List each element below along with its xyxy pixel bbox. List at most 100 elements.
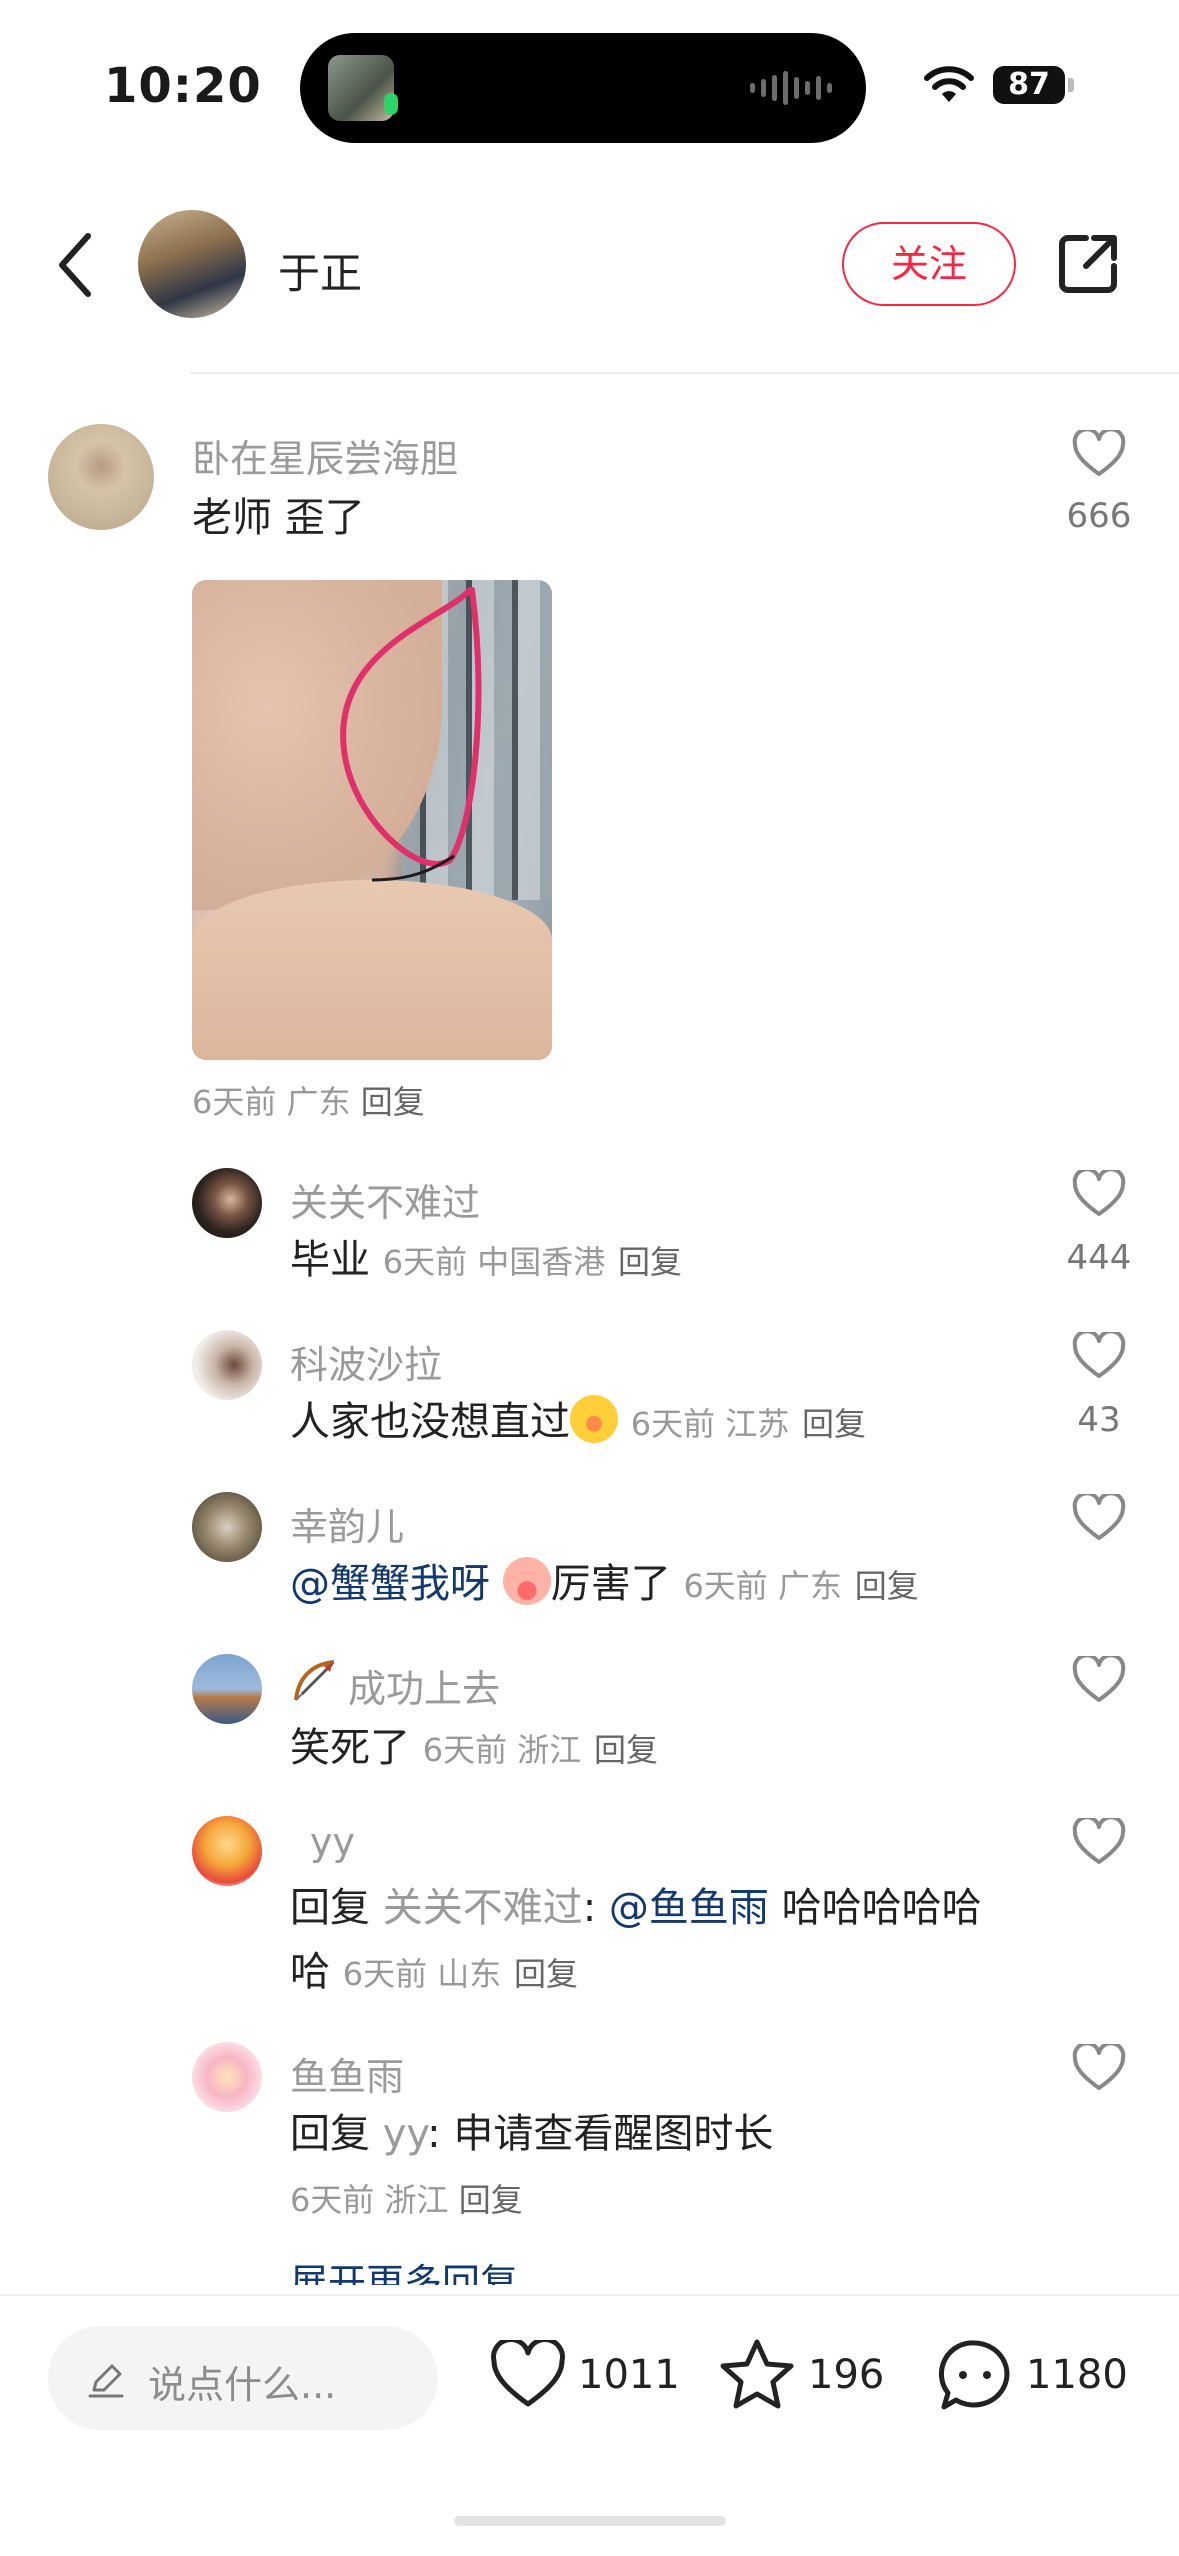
reply-like-button[interactable]: [1071, 1818, 1127, 1866]
reply-link[interactable]: 回复: [594, 1731, 658, 1769]
reply-mention[interactable]: @蟹蟹我呀: [290, 1561, 490, 1607]
reply-avatar[interactable]: [192, 1168, 262, 1238]
reply-link[interactable]: 回复: [855, 1567, 919, 1605]
now-playing-thumbnail: [328, 55, 398, 121]
reply-avatar[interactable]: [192, 1654, 262, 1724]
comment-input[interactable]: 说点什么...: [48, 2326, 438, 2430]
comment-like-count: 666: [1066, 496, 1132, 536]
back-icon[interactable]: [50, 230, 100, 300]
like-count: 1011: [578, 2352, 680, 2398]
reply-meta: 6天前 浙江: [422, 1731, 582, 1769]
reply-avatar[interactable]: [192, 2042, 262, 2112]
bottom-divider: [0, 2294, 1179, 2296]
reply-meta: 6天前 江苏: [630, 1405, 790, 1443]
reply-meta: 6天前 浙江: [290, 2181, 449, 2219]
reply-meta: 6天前 中国香港: [382, 1243, 606, 1281]
heart-icon: [1072, 1170, 1126, 1216]
home-indicator[interactable]: [454, 2516, 726, 2526]
comment-image[interactable]: [192, 580, 552, 1060]
heart-icon: [1072, 1818, 1126, 1864]
heart-icon: [1072, 430, 1126, 476]
reply-like-count: 444: [1066, 1238, 1132, 1278]
reply-body: 毕业: [290, 1237, 370, 1283]
reply-link[interactable]: 回复: [459, 2181, 523, 2219]
wifi-icon: [924, 66, 974, 102]
heart-icon: [1072, 1494, 1126, 1540]
author-name[interactable]: 于正: [278, 240, 362, 301]
reply-avatar[interactable]: [192, 1816, 262, 1886]
comment-avatar[interactable]: [48, 424, 154, 530]
laughing-emoji-icon: [570, 1395, 618, 1443]
expand-more-replies-link[interactable]: 展开更多回复: [290, 2255, 518, 2285]
comment-username[interactable]: 卧在星辰尝海胆: [192, 428, 458, 483]
heart-icon: [491, 2340, 565, 2407]
comment-time-location: 6天前 广东: [192, 1083, 351, 1121]
reply-avatar[interactable]: [192, 1492, 262, 1562]
reply-body: 哈: [290, 1949, 330, 1995]
reply-username[interactable]: yy: [310, 1820, 355, 1864]
heart-icon: [1072, 1332, 1126, 1378]
comment-count: 1180: [1026, 2352, 1128, 2398]
reply-meta: 6天前 山东: [342, 1955, 502, 1993]
reply-like-button[interactable]: [1071, 1332, 1127, 1380]
reply-username[interactable]: 科波沙拉: [290, 1334, 442, 1389]
reply-link[interactable]: 回复: [802, 1405, 866, 1443]
comment-reply-link[interactable]: 回复: [361, 1083, 425, 1121]
status-time: 10:20: [104, 58, 262, 114]
battery-tip: [1068, 78, 1074, 92]
follow-button[interactable]: 关注: [842, 222, 1016, 306]
battery-indicator: 87: [993, 66, 1065, 104]
favorite-button[interactable]: 196: [718, 2330, 884, 2420]
reply-text: 笑死了 6天前 浙江 回复: [290, 1716, 658, 1782]
reply-body: 人家也没想直过: [290, 1399, 570, 1445]
reply-like-button[interactable]: [1071, 1494, 1127, 1542]
dynamic-island[interactable]: [300, 33, 866, 143]
reply-like-button[interactable]: [1071, 1656, 1127, 1704]
author-avatar[interactable]: [138, 210, 246, 318]
comment-input-placeholder: 说点什么...: [148, 2363, 337, 2407]
reply-to-username[interactable]: 关关不难过: [383, 1885, 583, 1931]
star-icon: [720, 2339, 794, 2409]
reply-text: 人家也没想直过 6天前 江苏 回复: [290, 1390, 866, 1456]
reply-link[interactable]: 回复: [514, 1955, 578, 1993]
reply-text: 回复 关关不难过: @鱼鱼雨 哈哈哈哈哈: [290, 1885, 982, 1931]
reply-body: 厉害了: [550, 1561, 671, 1607]
reply-text: 毕业 6天前 中国香港 回复: [290, 1228, 682, 1294]
reply-prefix: 回复: [290, 2111, 370, 2157]
bow-arrow-icon: [294, 1660, 335, 1701]
heart-icon: [1072, 1656, 1126, 1702]
audio-waveform-icon: [750, 71, 832, 105]
reply-like-button[interactable]: [1071, 2044, 1127, 2092]
reply-meta: 6天前 广东: [683, 1567, 842, 1605]
reply-body: 申请查看醒图时长: [453, 2111, 774, 2157]
chat-bubble-icon: [938, 2340, 1010, 2410]
comment-meta: 6天前 广东 回复: [192, 1070, 425, 1134]
reply-username[interactable]: 鱼鱼雨: [290, 2046, 404, 2101]
reply-like-count: 43: [1077, 1400, 1121, 1440]
reply-text: @蟹蟹我呀 厉害了 6天前 广东 回复: [290, 1552, 919, 1618]
reply-username[interactable]: 关关不难过: [290, 1172, 480, 1227]
reply-to-username[interactable]: yy: [383, 2111, 427, 2157]
reply-body: 哈哈哈哈哈: [781, 1885, 982, 1931]
pencil-icon: [88, 2364, 124, 2398]
reply-link[interactable]: 回复: [618, 1243, 682, 1281]
reply-meta-row: 6天前 浙江 回复: [290, 2168, 523, 2232]
crying-emoji-icon: [502, 1557, 551, 1605]
reply-avatar[interactable]: [192, 1330, 262, 1400]
reply-prefix: 回复: [290, 1885, 370, 1931]
image-red-circle: [340, 587, 482, 882]
share-icon[interactable]: [1058, 232, 1120, 294]
comment-like-button[interactable]: [1071, 430, 1127, 478]
reply-text-continued: 哈 6天前 山东 回复: [290, 1940, 578, 2006]
favorite-count: 196: [808, 2352, 885, 2398]
comment-text: 老师 歪了: [192, 495, 365, 541]
reply-mention[interactable]: @鱼鱼雨: [609, 1885, 769, 1931]
reply-body: 笑死了: [290, 1725, 410, 1771]
reply-like-button[interactable]: [1071, 1170, 1127, 1218]
reply-username[interactable]: 成功上去: [348, 1658, 500, 1713]
comments-button[interactable]: 1180: [936, 2330, 1128, 2420]
like-button[interactable]: 1011: [490, 2330, 680, 2420]
header-divider: [190, 372, 1179, 374]
reply-username[interactable]: 幸韵儿: [290, 1496, 404, 1551]
heart-icon: [1072, 2044, 1126, 2090]
